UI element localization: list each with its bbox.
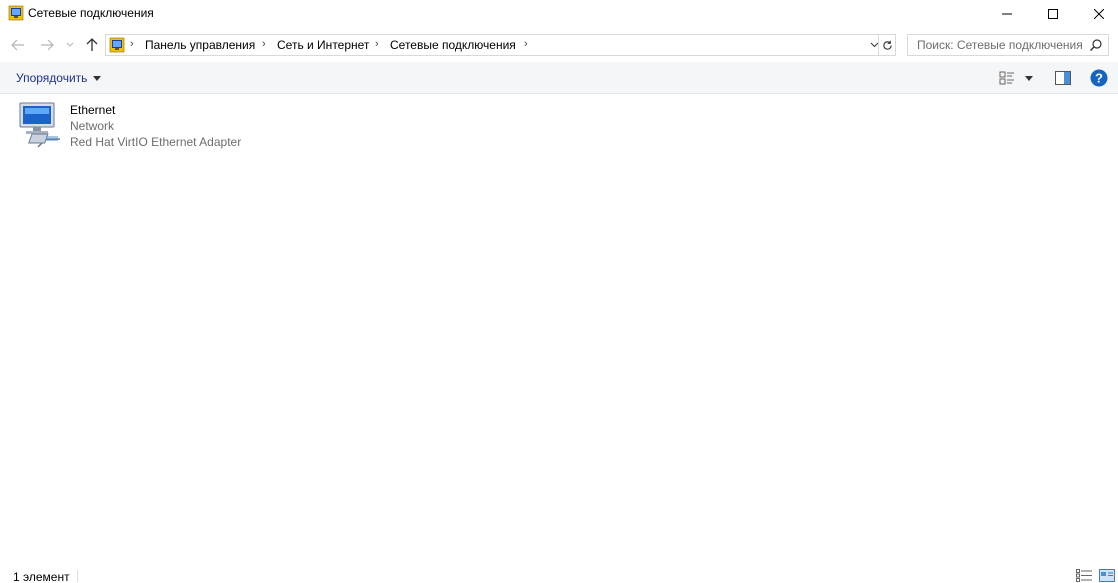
back-button[interactable] <box>8 34 28 56</box>
address-bar[interactable]: › Панель управления › Сеть и Интернет › … <box>105 34 896 56</box>
window-title: Сетевые подключения <box>28 6 154 20</box>
breadcrumb-network-internet[interactable]: Сеть и Интернет <box>277 38 369 52</box>
adapter-name: Ethernet <box>70 103 116 117</box>
up-arrow-icon <box>86 38 98 51</box>
tiles-view-icon[interactable] <box>1099 569 1115 582</box>
minimize-icon <box>1002 13 1012 15</box>
breadcrumb-separator-icon[interactable]: › <box>262 38 266 50</box>
search-input[interactable]: Поиск: Сетевые подключения <box>917 38 1083 52</box>
minimize-button[interactable] <box>984 0 1030 28</box>
navigation-bar: › Панель управления › Сеть и Интернет › … <box>0 28 1118 62</box>
recent-locations-button[interactable] <box>63 34 77 56</box>
network-adapter-item[interactable]: Ethernet Network Red Hat VirtIO Ethernet… <box>14 100 254 154</box>
refresh-icon <box>883 40 892 50</box>
command-bar: Упорядочить ? <box>0 62 1118 94</box>
adapter-network: Network <box>70 119 115 133</box>
svg-text:?: ? <box>1095 71 1103 86</box>
status-bar: 1 элемент <box>0 566 1118 583</box>
organize-button[interactable]: Упорядочить <box>16 71 102 85</box>
view-options-caret-icon[interactable] <box>1024 74 1034 82</box>
breadcrumb-separator-icon[interactable]: › <box>524 38 528 50</box>
breadcrumb-control-panel[interactable]: Панель управления <box>145 38 255 52</box>
close-icon <box>1094 9 1104 19</box>
title-bar: Сетевые подключения <box>0 0 1118 28</box>
close-button[interactable] <box>1076 0 1118 28</box>
search-icon[interactable] <box>1089 38 1103 52</box>
adapter-device: Red Hat VirtIO Ethernet Adapter <box>70 135 242 149</box>
change-view-icon[interactable] <box>999 70 1015 86</box>
chevron-down-icon <box>66 42 74 47</box>
preview-pane-icon[interactable] <box>1055 70 1071 86</box>
breadcrumb-network-connections[interactable]: Сетевые подключения <box>390 38 516 52</box>
caret-down-icon <box>93 75 102 81</box>
up-button[interactable] <box>82 34 102 56</box>
status-divider <box>77 570 78 582</box>
refresh-button[interactable] <box>878 35 896 55</box>
back-arrow-icon <box>11 39 24 51</box>
help-icon[interactable]: ? <box>1090 69 1108 87</box>
maximize-button[interactable] <box>1030 0 1076 28</box>
item-count: 1 элемент <box>13 570 70 583</box>
search-box[interactable]: Поиск: Сетевые подключения <box>907 34 1109 56</box>
network-adapter-icon <box>19 102 60 148</box>
maximize-icon <box>1048 9 1058 19</box>
forward-button[interactable] <box>37 34 57 56</box>
forward-arrow-icon <box>41 39 54 51</box>
breadcrumb-separator-icon[interactable]: › <box>375 38 379 50</box>
organize-label: Упорядочить <box>16 71 88 85</box>
network-connections-icon <box>8 5 24 21</box>
breadcrumb-separator-icon[interactable]: › <box>130 38 134 50</box>
details-view-icon[interactable] <box>1076 569 1092 582</box>
control-panel-icon <box>109 37 125 53</box>
